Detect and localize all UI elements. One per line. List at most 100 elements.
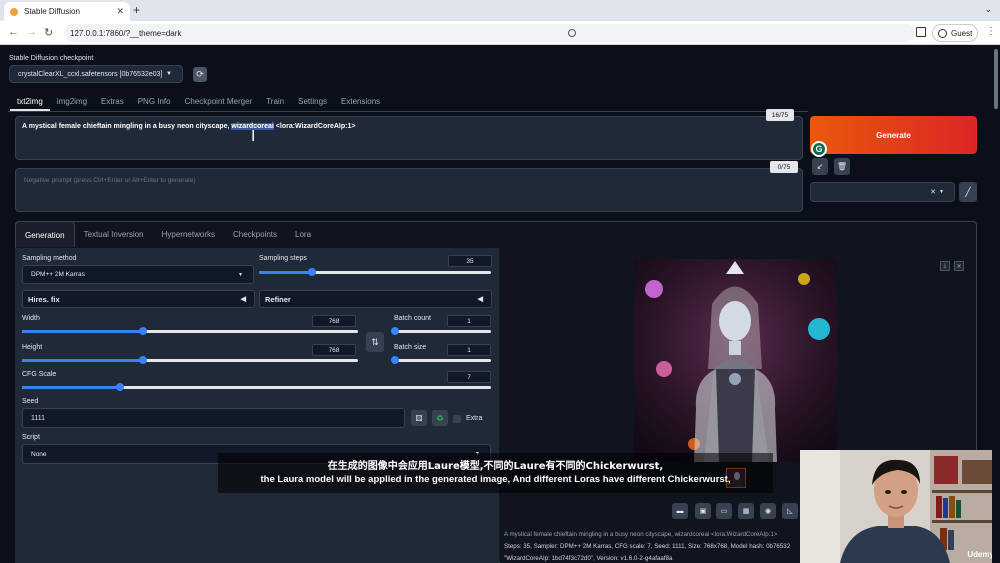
- random-seed-button[interactable]: ⚄: [411, 410, 427, 426]
- sampling-steps-slider[interactable]: [259, 268, 491, 276]
- extra-seed-checkbox[interactable]: [453, 415, 461, 423]
- clear-styles-icon[interactable]: ✕: [930, 188, 936, 196]
- edit-styles-button[interactable]: ╱: [959, 182, 977, 202]
- slider-handle[interactable]: [138, 327, 147, 335]
- download-icon[interactable]: ⤓: [940, 261, 950, 271]
- generated-image[interactable]: [634, 259, 837, 462]
- subtab-lora[interactable]: Lora: [286, 221, 320, 247]
- width-slider[interactable]: [22, 327, 358, 335]
- recycle-icon: ♻: [436, 413, 444, 423]
- batch-count-label: Batch count: [394, 315, 431, 322]
- batch-count-slider[interactable]: [391, 327, 491, 335]
- presenter-webcam: Udemy: [800, 450, 1000, 563]
- width-input[interactable]: 768: [312, 315, 356, 327]
- refresh-checkpoint-button[interactable]: ⟳: [193, 67, 207, 82]
- read-params-button[interactable]: ↙: [812, 158, 828, 175]
- sampling-method-select[interactable]: DPM++ 2M Karras ▼: [22, 265, 254, 284]
- batch-count-input[interactable]: 1: [447, 315, 491, 327]
- subtitle-chinese: 在生成的图像中会应用Laure模型,不同的Laure有不同的Chickerwur…: [327, 461, 664, 472]
- reload-icon[interactable]: ↻: [44, 26, 53, 39]
- refresh-icon: ⟳: [196, 69, 204, 79]
- cfg-scale-label: CFG Scale: [22, 371, 57, 378]
- subtab-textual-inversion[interactable]: Textual Inversion: [75, 221, 153, 247]
- new-tab-icon[interactable]: +: [133, 3, 140, 17]
- subtab-generation[interactable]: Generation: [15, 221, 75, 247]
- send-to-img2img-button[interactable]: ▦: [738, 503, 754, 519]
- prompt-text-start: A mystical female chieftain mingling in …: [22, 123, 232, 130]
- grammarly-icon[interactable]: G: [811, 141, 827, 157]
- negative-prompt-textarea[interactable]: Negative prompt (press Ctrl+Enter or Alt…: [15, 168, 803, 212]
- tab-extras[interactable]: Extras: [94, 97, 131, 111]
- generated-image-art: [634, 259, 837, 462]
- back-icon[interactable]: ←: [8, 26, 19, 38]
- zip-button[interactable]: ▭: [716, 503, 732, 519]
- close-gallery-icon[interactable]: ✕: [954, 261, 964, 271]
- clear-prompt-button[interactable]: 🗑: [834, 158, 850, 175]
- browser-tab[interactable]: Stable Diffusion ✕: [4, 2, 130, 21]
- page-scrollbar[interactable]: [992, 45, 1000, 563]
- slider-fill: [22, 330, 143, 333]
- reuse-seed-button[interactable]: ♻: [432, 410, 448, 426]
- generate-button[interactable]: Generate: [810, 116, 977, 154]
- palette-icon: ◉: [764, 508, 772, 515]
- tab-divider: [8, 111, 808, 112]
- refiner-accordion[interactable]: Refiner ◀: [259, 290, 492, 308]
- hires-fix-label: Hires. fix: [28, 294, 60, 304]
- site-info-icon[interactable]: i: [568, 29, 576, 37]
- slider-handle[interactable]: [138, 356, 147, 364]
- batch-size-input[interactable]: 1: [447, 344, 491, 356]
- folder-icon: ▬: [676, 507, 684, 515]
- sampling-method-label: Sampling method: [22, 255, 77, 262]
- tab-txt2img[interactable]: txt2img: [10, 97, 50, 111]
- seed-input[interactable]: 1111: [22, 408, 405, 428]
- slider-fill: [22, 359, 143, 362]
- forward-icon[interactable]: →: [26, 26, 37, 38]
- batch-size-slider[interactable]: [391, 356, 491, 364]
- tab-train[interactable]: Train: [259, 97, 291, 111]
- subtab-checkpoints[interactable]: Checkpoints: [224, 221, 286, 247]
- main-tabs: txt2img img2img Extras PNG Info Checkpoi…: [10, 97, 387, 111]
- tab-extensions[interactable]: Extensions: [334, 97, 387, 111]
- presenter-video-frame: [800, 450, 1000, 563]
- subtab-hypernetworks[interactable]: Hypernetworks: [153, 221, 224, 247]
- side-panel-icon[interactable]: [916, 27, 926, 37]
- save-button[interactable]: ▣: [695, 503, 711, 519]
- generation-subtabs: Generation Textual Inversion Hypernetwor…: [15, 221, 320, 247]
- tab-img2img[interactable]: img2img: [50, 97, 94, 111]
- send-to-extras-button[interactable]: ◺: [782, 503, 798, 519]
- slider-handle[interactable]: [391, 356, 399, 364]
- negative-token-counter: 0/75: [770, 161, 798, 173]
- generation-info-prompt: A mystical female chieftain mingling in …: [504, 531, 778, 538]
- pencil-icon: ╱: [965, 186, 971, 197]
- favicon-icon: [10, 7, 18, 16]
- negative-prompt-placeholder: Negative prompt (press Ctrl+Enter or Alt…: [24, 177, 196, 184]
- open-folder-button[interactable]: ▬: [672, 503, 688, 519]
- slider-handle[interactable]: [391, 327, 399, 335]
- hires-fix-accordion[interactable]: Hires. fix ◀: [22, 290, 255, 308]
- checkpoint-select[interactable]: crystalClearXL_ccxl.safetensors [0b76532…: [9, 65, 183, 83]
- udemy-watermark: Udemy: [967, 550, 994, 559]
- seed-label: Seed: [22, 398, 39, 405]
- height-input[interactable]: 768: [312, 344, 356, 356]
- checkpoint-value: crystalClearXL_ccxl.safetensors [0b76532…: [18, 70, 163, 78]
- height-slider[interactable]: [22, 356, 358, 364]
- browser-menu-icon[interactable]: ⋮: [986, 26, 996, 37]
- styles-select[interactable]: ✕ ▼: [810, 182, 955, 202]
- close-tab-icon[interactable]: ✕: [116, 6, 124, 17]
- cfg-scale-input[interactable]: 7: [447, 371, 491, 383]
- sampling-steps-input[interactable]: 35: [448, 255, 492, 267]
- slider-fill: [259, 271, 313, 274]
- tab-checkpoint-merger[interactable]: Checkpoint Merger: [178, 97, 260, 111]
- scrollbar-thumb[interactable]: [994, 49, 998, 109]
- cfg-scale-slider[interactable]: [22, 383, 491, 391]
- tab-search-chevron-icon[interactable]: ⌄: [984, 4, 992, 15]
- tab-settings[interactable]: Settings: [291, 97, 334, 111]
- url-input[interactable]: i 127.0.0.1:7860/?__theme=dark: [64, 24, 914, 42]
- profile-button[interactable]: Guest: [932, 24, 978, 42]
- tab-png-info[interactable]: PNG Info: [131, 97, 178, 111]
- swap-dimensions-button[interactable]: ⇅: [366, 332, 384, 352]
- batch-size-label: Batch size: [394, 344, 427, 351]
- prompt-textarea[interactable]: A mystical female chieftain mingling in …: [15, 116, 803, 160]
- trash-icon: 🗑: [836, 162, 848, 171]
- send-to-inpaint-button[interactable]: ◉: [760, 503, 776, 519]
